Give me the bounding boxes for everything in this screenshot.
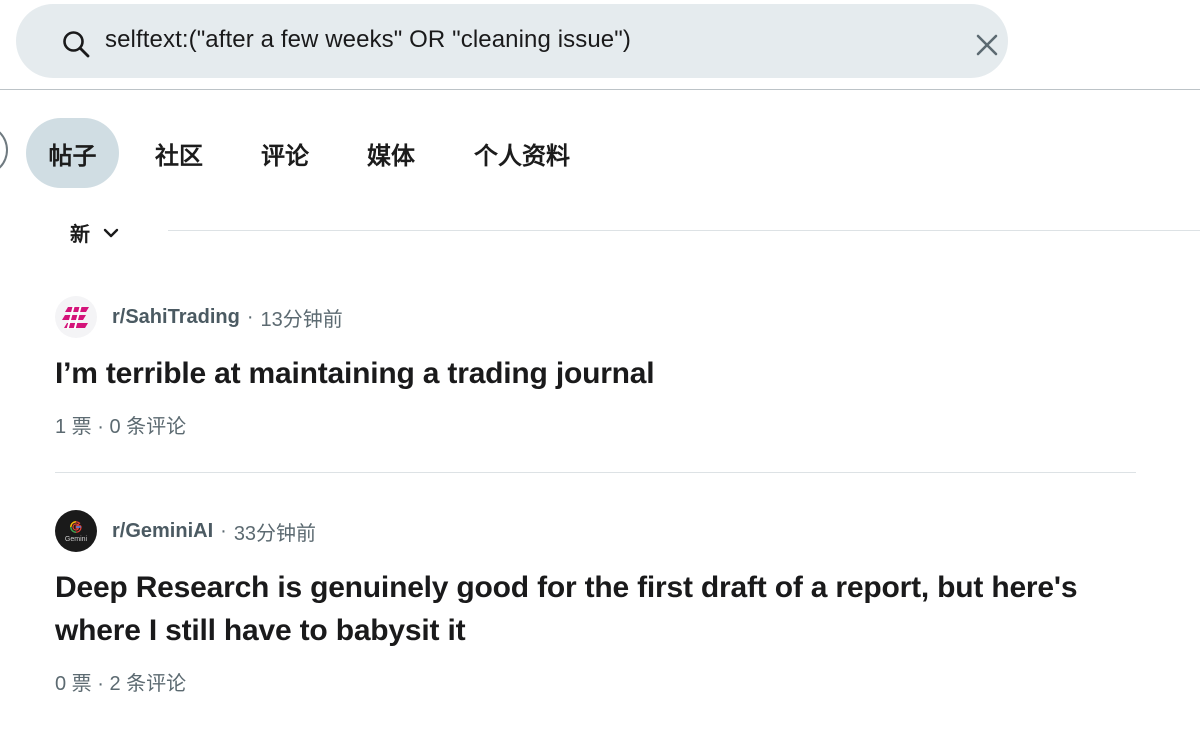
back-button[interactable] xyxy=(0,125,8,175)
close-icon[interactable] xyxy=(974,32,1000,58)
sort-divider xyxy=(168,230,1200,231)
post-stats: 0 票 · 2 条评论 xyxy=(55,673,187,695)
tab-posts[interactable]: 帖子 xyxy=(26,118,119,188)
sort-dropdown[interactable]: 新 xyxy=(70,218,120,247)
post-title[interactable]: I’m terrible at maintaining a trading jo… xyxy=(55,352,1145,395)
search-results-page: selftext:("after a few weeks" OR "cleani… xyxy=(0,0,1200,729)
subreddit-name[interactable]: r/SahiTrading xyxy=(112,306,240,329)
tab-comments[interactable]: 评论 xyxy=(250,118,320,188)
gemini-logo-icon xyxy=(70,520,82,533)
search-icon xyxy=(63,31,90,58)
meta-separator: · xyxy=(220,519,227,542)
post-title[interactable]: Deep Research is genuinely good for the … xyxy=(55,566,1145,652)
search-input[interactable]: selftext:("after a few weeks" OR "cleani… xyxy=(105,26,631,54)
post-divider xyxy=(55,472,1136,473)
sahi-logo-icon xyxy=(62,306,89,329)
header-divider xyxy=(0,89,1200,90)
post-stats: 1 票 · 0 条评论 xyxy=(55,416,187,438)
tab-media[interactable]: 媒体 xyxy=(356,118,426,188)
tab-communities[interactable]: 社区 xyxy=(144,118,214,188)
subreddit-avatar[interactable]: Gemini xyxy=(55,510,97,552)
sort-label: 新 xyxy=(70,224,90,246)
avatar-caption: Gemini xyxy=(64,535,88,543)
subreddit-avatar[interactable] xyxy=(55,296,97,338)
chevron-down-icon xyxy=(103,228,119,237)
post-time: 33分钟前 xyxy=(233,522,317,545)
subreddit-name[interactable]: r/GeminiAI xyxy=(112,520,213,543)
post-time: 13分钟前 xyxy=(260,308,343,331)
search-bar[interactable]: selftext:("after a few weeks" OR "cleani… xyxy=(16,4,1008,78)
meta-separator: · xyxy=(246,305,254,328)
post-card[interactable]: r/SahiTrading · 13分钟前 I’m terrible at ma… xyxy=(55,296,1145,446)
post-meta: Gemini r/GeminiAI · 33分钟前 xyxy=(55,510,316,552)
tab-profiles[interactable]: 个人资料 xyxy=(466,118,578,188)
post-meta: r/SahiTrading · 13分钟前 xyxy=(55,296,343,338)
post-card[interactable]: Gemini r/GeminiAI · 33分钟前 Deep Research … xyxy=(55,510,1145,700)
